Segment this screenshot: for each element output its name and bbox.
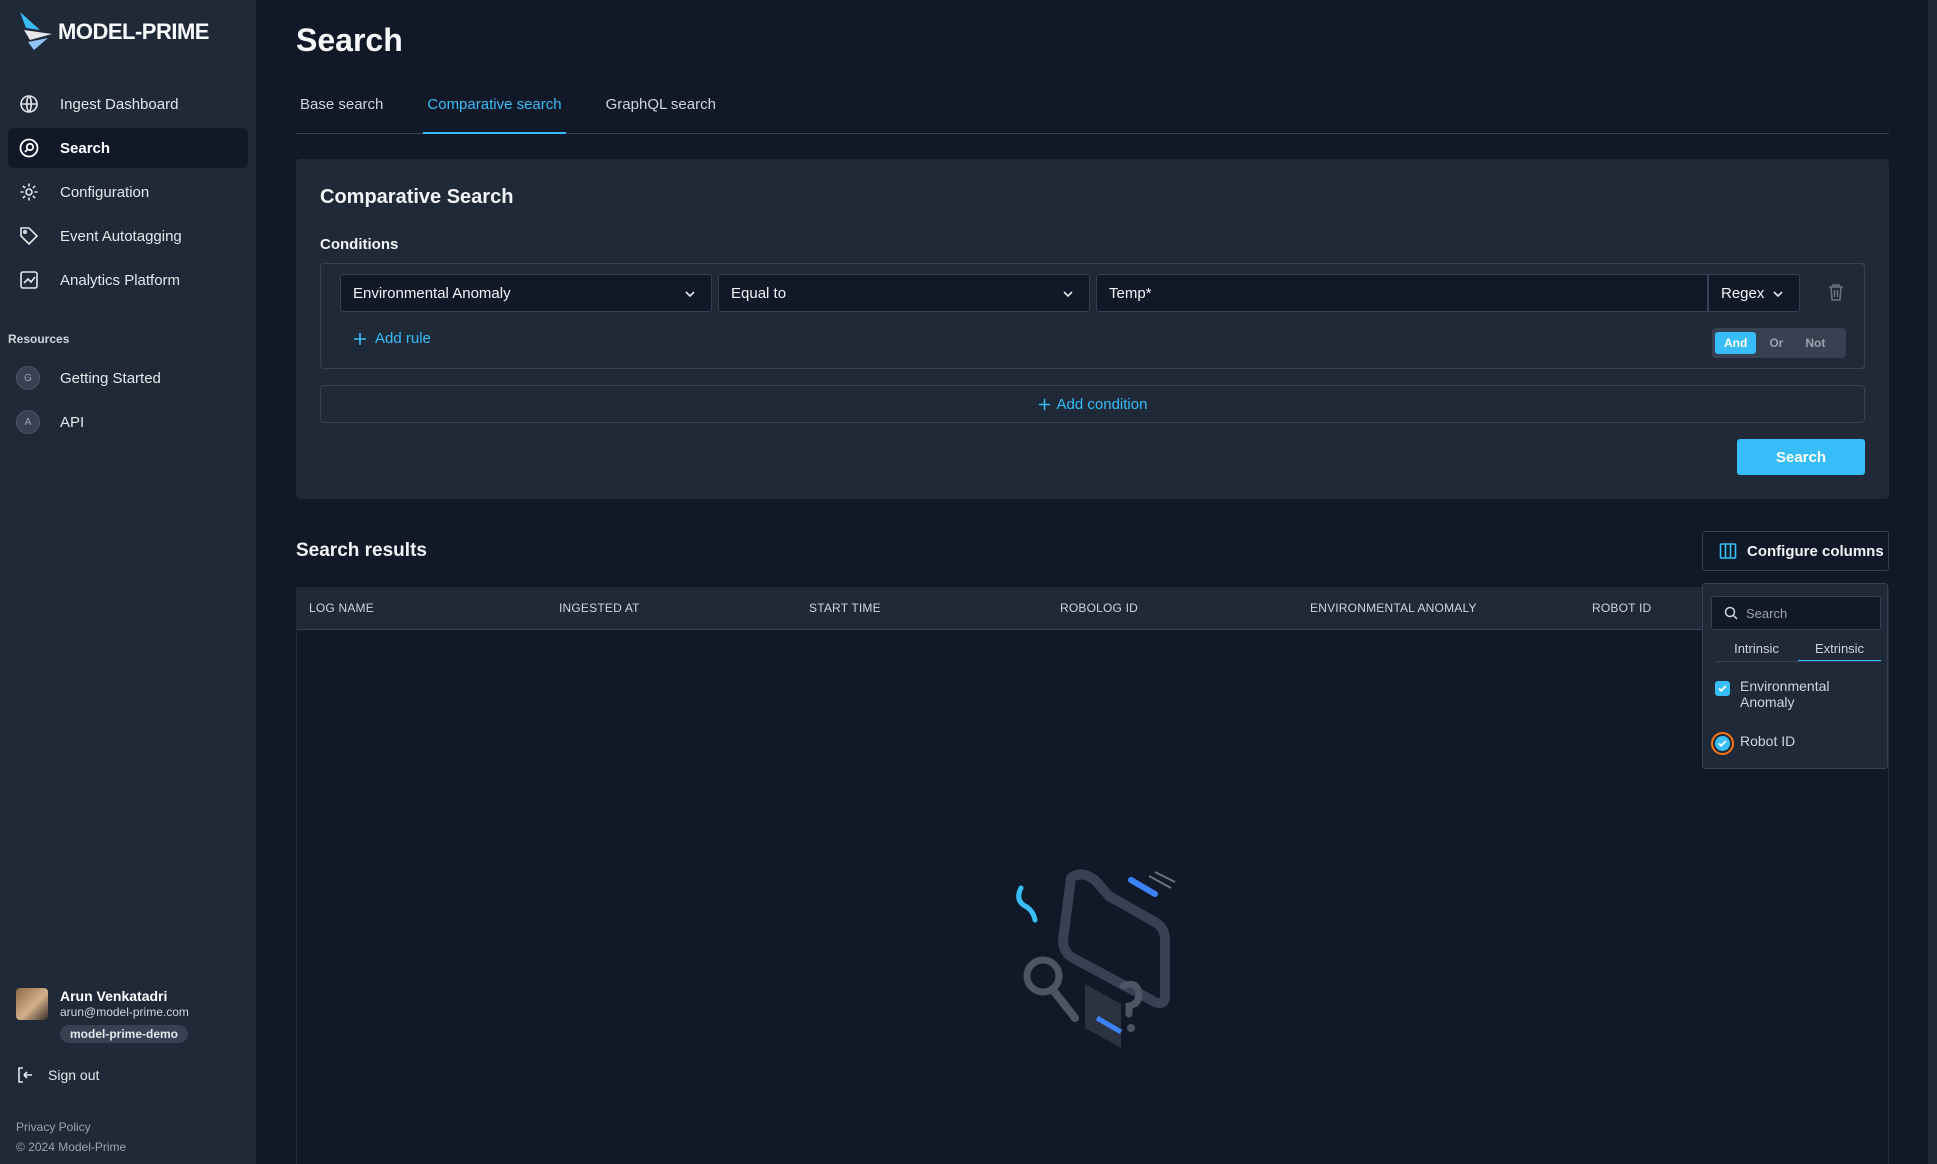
tag-icon [18, 225, 40, 247]
page-title: Search [296, 22, 403, 58]
column-option-label: Environmental Anomaly [1740, 678, 1830, 710]
search-results-title: Search results [296, 540, 427, 561]
search-tabs: Base search Comparative search GraphQL s… [296, 88, 1889, 134]
column-search-input[interactable] [1746, 605, 1876, 621]
resource-label: Getting Started [60, 369, 161, 387]
match-mode-select[interactable]: Regex [1708, 274, 1800, 312]
logic-and-button[interactable]: And [1715, 332, 1757, 354]
column-header-robot-id[interactable]: ROBOT ID [1592, 601, 1651, 615]
search-icon [1724, 606, 1738, 620]
tab-graphql-search[interactable]: GraphQL search [602, 88, 720, 134]
column-header-environmental-anomaly[interactable]: ENVIRONMENTAL ANOMALY [1310, 601, 1477, 615]
checkbox-checked-icon[interactable] [1715, 681, 1730, 696]
configure-columns-label: Configure columns [1747, 542, 1884, 560]
field-select-value: Environmental Anomaly [353, 284, 511, 302]
column-header-ingested-at[interactable]: INGESTED AT [559, 601, 640, 615]
sign-out-icon [18, 1067, 32, 1083]
column-option-robot-id[interactable]: Robot ID [1711, 732, 1796, 755]
columns-icon [1719, 543, 1737, 559]
value-input-text: Temp* [1109, 284, 1152, 302]
sidebar-item-getting-started[interactable]: G Getting Started [8, 358, 248, 398]
resources-heading: Resources [8, 332, 70, 346]
sidebar: MODEL-PRIME Ingest Dashboard Search Conf… [0, 0, 256, 1164]
logic-toggle: And Or Not [1712, 328, 1846, 358]
chart-icon [18, 269, 40, 291]
column-option-label-line: Environmental [1740, 678, 1830, 694]
add-condition-button[interactable]: Add condition [320, 385, 1865, 423]
sidebar-item-label: Analytics Platform [60, 271, 181, 289]
conditions-label: Conditions [320, 236, 399, 253]
privacy-policy-link[interactable]: Privacy Policy [16, 1120, 91, 1134]
search-icon [18, 137, 40, 159]
configure-columns-dropdown: Intrinsic Extrinsic Environmental Anomal… [1702, 583, 1888, 769]
match-mode-value: Regex [1721, 284, 1765, 302]
column-search-field[interactable] [1711, 596, 1881, 630]
sign-out-label: Sign out [48, 1067, 100, 1083]
bird-logo-icon [20, 12, 52, 50]
globe-icon [18, 93, 40, 115]
trash-icon[interactable] [1827, 282, 1845, 302]
sidebar-item-configuration[interactable]: Configuration [8, 172, 248, 212]
sidebar-item-search[interactable]: Search [8, 128, 248, 168]
comparative-search-panel: Comparative Search Conditions Environmen… [296, 159, 1889, 499]
table-header: LOG NAME INGESTED AT START TIME ROBOLOG … [297, 588, 1888, 630]
brand-logo[interactable]: MODEL-PRIME [18, 12, 209, 52]
value-input[interactable]: Temp* [1096, 274, 1708, 312]
operator-select[interactable]: Equal to [718, 274, 1090, 312]
panel-title: Comparative Search [320, 186, 514, 208]
tab-intrinsic[interactable]: Intrinsic [1715, 638, 1798, 661]
plus-icon [354, 332, 366, 345]
empty-state-illustration [1016, 869, 1176, 1048]
gear-icon [18, 181, 40, 203]
user-email: arun@model-prime.com [60, 1005, 189, 1019]
add-condition-label: Add condition [1056, 395, 1148, 413]
sidebar-item-api[interactable]: A API [8, 402, 248, 442]
user-name: Arun Venkatadri [60, 988, 168, 1004]
configure-columns-button[interactable]: Configure columns [1702, 531, 1889, 571]
condition-group: Environmental Anomaly Equal to Temp* Reg… [320, 263, 1865, 369]
plus-icon [1038, 398, 1050, 410]
column-option-environmental-anomaly[interactable]: Environmental Anomaly [1715, 678, 1830, 710]
resource-badge: G [16, 366, 40, 390]
page-scrollbar[interactable] [1928, 0, 1937, 1164]
column-option-label-line: Anomaly [1740, 694, 1795, 710]
sign-out-button[interactable]: Sign out [16, 1066, 99, 1084]
add-rule-label: Add rule [375, 330, 431, 347]
sidebar-item-label: Configuration [60, 183, 150, 201]
resource-label: API [60, 413, 85, 431]
sidebar-item-label: Event Autotagging [60, 227, 182, 245]
avatar [16, 988, 48, 1020]
column-header-start-time[interactable]: START TIME [809, 601, 881, 615]
column-header-robolog-id[interactable]: ROBOLOG ID [1060, 601, 1138, 615]
chevron-down-icon [1773, 291, 1783, 298]
sidebar-item-analytics-platform[interactable]: Analytics Platform [8, 260, 248, 300]
user-card: Arun Venkatadri arun@model-prime.com mod… [16, 988, 189, 1043]
operator-select-value: Equal to [731, 284, 787, 302]
column-header-log-name[interactable]: LOG NAME [309, 601, 374, 615]
org-badge: model-prime-demo [60, 1025, 189, 1043]
logic-or-button[interactable]: Or [1760, 332, 1792, 354]
chevron-down-icon [685, 291, 695, 298]
column-option-label: Robot ID [1740, 733, 1796, 749]
sidebar-item-ingest-dashboard[interactable]: Ingest Dashboard [8, 84, 248, 124]
tab-base-search[interactable]: Base search [296, 88, 387, 134]
tab-extrinsic[interactable]: Extrinsic [1798, 638, 1881, 661]
add-rule-button[interactable]: Add rule [353, 330, 431, 347]
column-type-tabs: Intrinsic Extrinsic [1715, 638, 1881, 662]
sidebar-item-label: Ingest Dashboard [60, 95, 179, 113]
logic-not-button[interactable]: Not [1796, 332, 1834, 354]
chevron-down-icon [1063, 291, 1073, 298]
checkbox-checked-icon[interactable] [1711, 732, 1734, 755]
field-select[interactable]: Environmental Anomaly [340, 274, 712, 312]
copyright-text: © 2024 Model-Prime [16, 1140, 127, 1154]
sidebar-item-label: Search [60, 139, 111, 157]
main-content: Search Base search Comparative search Gr… [256, 0, 1937, 1164]
resources-list: G Getting Started A API [8, 358, 248, 446]
resource-badge: A [16, 410, 40, 434]
search-button[interactable]: Search [1737, 439, 1865, 475]
tab-comparative-search[interactable]: Comparative search [423, 88, 566, 134]
brand-name: MODEL-PRIME [58, 19, 209, 44]
main-nav: Ingest Dashboard Search Configuration Ev… [8, 84, 248, 304]
sidebar-item-event-autotagging[interactable]: Event Autotagging [8, 216, 248, 256]
